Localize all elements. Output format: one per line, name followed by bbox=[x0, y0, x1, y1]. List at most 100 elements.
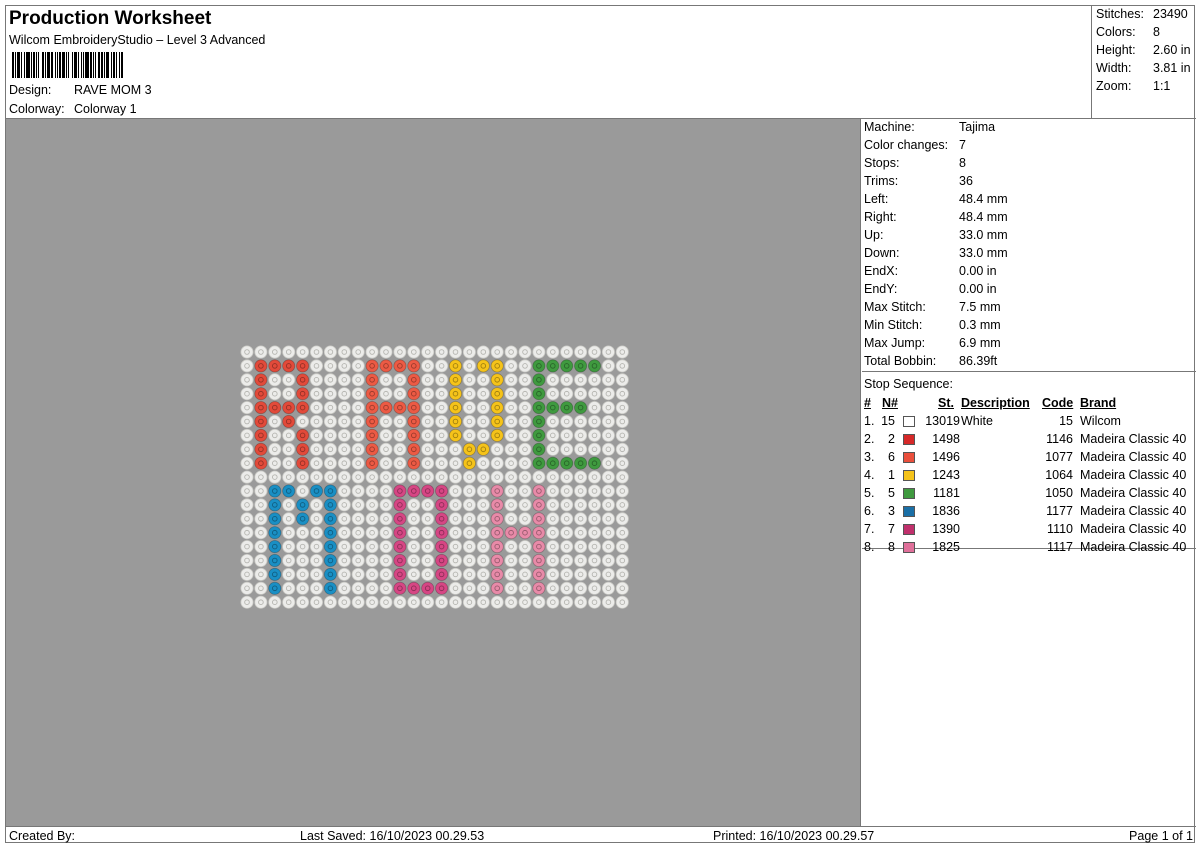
colored-stitch-bead bbox=[323, 567, 337, 581]
colored-stitch-bead bbox=[407, 456, 421, 470]
white-stitch-bead bbox=[615, 359, 629, 373]
white-stitch-bead bbox=[546, 484, 560, 498]
colored-stitch-bead bbox=[490, 526, 504, 540]
machine-info-value: 0.3 mm bbox=[959, 318, 1001, 332]
colored-stitch-bead bbox=[532, 373, 546, 387]
white-stitch-bead bbox=[462, 484, 476, 498]
white-stitch-bead bbox=[546, 498, 560, 512]
white-stitch-bead bbox=[379, 456, 393, 470]
colored-stitch-bead bbox=[574, 359, 588, 373]
colored-stitch-bead bbox=[393, 553, 407, 567]
white-stitch-bead bbox=[588, 553, 602, 567]
white-stitch-bead bbox=[282, 498, 296, 512]
white-stitch-bead bbox=[240, 567, 254, 581]
machine-info-label: Machine: bbox=[864, 120, 915, 134]
white-stitch-bead bbox=[240, 553, 254, 567]
white-stitch-bead bbox=[351, 428, 365, 442]
white-stitch-bead bbox=[588, 373, 602, 387]
white-stitch-bead bbox=[476, 595, 490, 609]
colored-stitch-bead bbox=[546, 359, 560, 373]
white-stitch-bead bbox=[588, 540, 602, 554]
white-stitch-bead bbox=[448, 581, 462, 595]
white-stitch-bead bbox=[421, 414, 435, 428]
white-stitch-bead bbox=[601, 526, 615, 540]
white-stitch-bead bbox=[254, 595, 268, 609]
colored-stitch-bead bbox=[323, 581, 337, 595]
white-stitch-bead bbox=[615, 442, 629, 456]
white-stitch-bead bbox=[379, 553, 393, 567]
white-stitch-bead bbox=[532, 345, 546, 359]
white-stitch-bead bbox=[351, 526, 365, 540]
white-stitch-bead bbox=[365, 512, 379, 526]
white-stitch-bead bbox=[407, 345, 421, 359]
white-stitch-bead bbox=[518, 345, 532, 359]
white-stitch-bead bbox=[504, 470, 518, 484]
white-stitch-bead bbox=[296, 567, 310, 581]
white-stitch-bead bbox=[518, 567, 532, 581]
colored-stitch-bead bbox=[393, 498, 407, 512]
stop-brand: Wilcom bbox=[1080, 414, 1121, 428]
machine-info-label: Max Stitch: bbox=[864, 300, 926, 314]
white-stitch-bead bbox=[560, 540, 574, 554]
white-stitch-bead bbox=[546, 387, 560, 401]
white-stitch-bead bbox=[560, 345, 574, 359]
colored-stitch-bead bbox=[282, 414, 296, 428]
white-stitch-bead bbox=[254, 512, 268, 526]
colored-stitch-bead bbox=[282, 484, 296, 498]
white-stitch-bead bbox=[337, 456, 351, 470]
white-stitch-bead bbox=[379, 498, 393, 512]
white-stitch-bead bbox=[448, 470, 462, 484]
machine-info-label: Right: bbox=[864, 210, 897, 224]
white-stitch-bead bbox=[309, 359, 323, 373]
stop-needle: 5 bbox=[888, 486, 895, 500]
white-stitch-bead bbox=[421, 359, 435, 373]
printed-date: Printed: 16/10/2023 00.29.57 bbox=[713, 829, 875, 843]
colored-stitch-bead bbox=[546, 401, 560, 415]
white-stitch-bead bbox=[268, 414, 282, 428]
white-stitch-bead bbox=[448, 345, 462, 359]
white-stitch-bead bbox=[337, 345, 351, 359]
page-number: Page 1 of 1 bbox=[1129, 829, 1193, 843]
white-stitch-bead bbox=[615, 526, 629, 540]
white-stitch-bead bbox=[337, 581, 351, 595]
white-stitch-bead bbox=[448, 512, 462, 526]
white-stitch-bead bbox=[337, 595, 351, 609]
colored-stitch-bead bbox=[407, 373, 421, 387]
white-stitch-bead bbox=[282, 387, 296, 401]
colored-stitch-bead bbox=[323, 553, 337, 567]
machine-info-row: Total Bobbin: 86.39ft bbox=[864, 354, 997, 368]
white-stitch-bead bbox=[337, 470, 351, 484]
white-stitch-bead bbox=[393, 428, 407, 442]
white-stitch-bead bbox=[448, 456, 462, 470]
machine-info-row: Right: 48.4 mm bbox=[864, 210, 1008, 224]
white-stitch-bead bbox=[546, 442, 560, 456]
white-stitch-bead bbox=[309, 553, 323, 567]
stop-needle: 3 bbox=[888, 504, 895, 518]
white-stitch-bead bbox=[407, 526, 421, 540]
white-stitch-bead bbox=[351, 442, 365, 456]
white-stitch-bead bbox=[574, 553, 588, 567]
stop-code: 1117 bbox=[1047, 540, 1073, 554]
white-stitch-bead bbox=[615, 345, 629, 359]
stop-needle: 15 bbox=[881, 414, 895, 428]
white-stitch-bead bbox=[365, 540, 379, 554]
white-stitch-bead bbox=[462, 512, 476, 526]
colored-stitch-bead bbox=[393, 401, 407, 415]
white-stitch-bead bbox=[379, 442, 393, 456]
white-stitch-bead bbox=[560, 567, 574, 581]
white-stitch-bead bbox=[268, 442, 282, 456]
white-stitch-bead bbox=[421, 526, 435, 540]
white-stitch-bead bbox=[615, 456, 629, 470]
white-stitch-bead bbox=[546, 470, 560, 484]
colored-stitch-bead bbox=[504, 526, 518, 540]
colored-stitch-bead bbox=[393, 359, 407, 373]
summary-stitches-row: Stitches: 23490 bbox=[1096, 7, 1188, 21]
stop-stitches: 1836 bbox=[932, 504, 960, 518]
white-stitch-bead bbox=[435, 359, 449, 373]
white-stitch-bead bbox=[323, 442, 337, 456]
colored-stitch-bead bbox=[365, 359, 379, 373]
white-stitch-bead bbox=[365, 595, 379, 609]
white-stitch-bead bbox=[254, 345, 268, 359]
colored-stitch-bead bbox=[296, 428, 310, 442]
white-stitch-bead bbox=[296, 470, 310, 484]
